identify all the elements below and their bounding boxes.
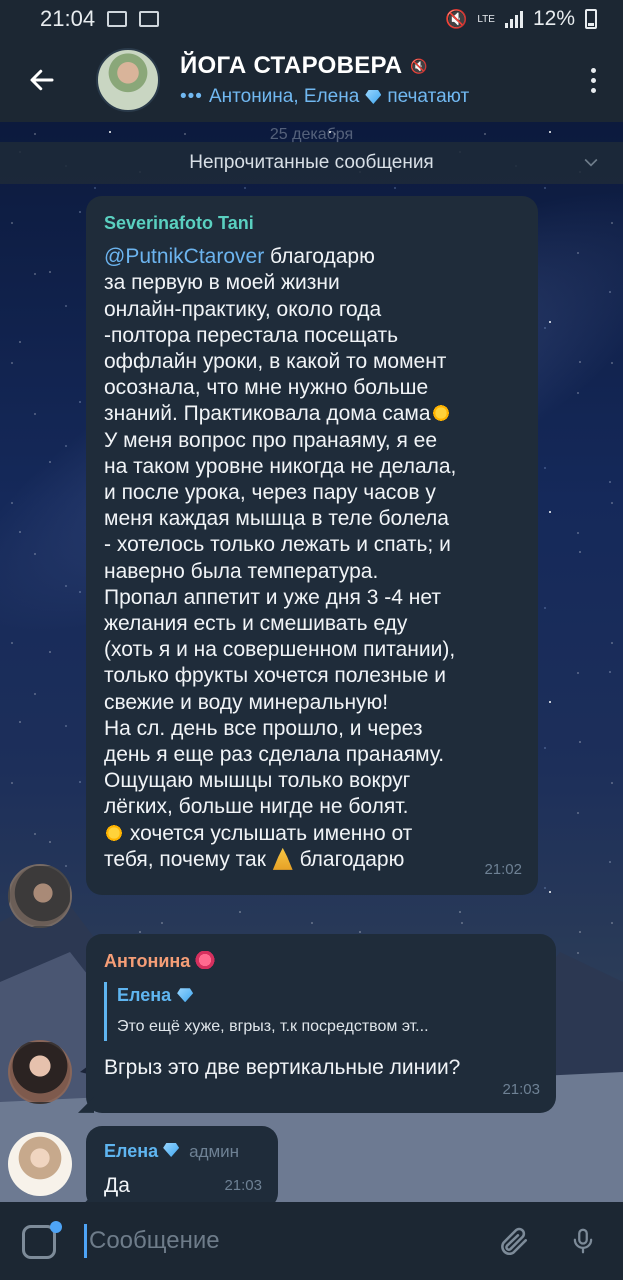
sender-name-text: Елена	[104, 1141, 159, 1161]
chat-title: ЙОГА СТАРОВЕРА	[180, 52, 403, 79]
diamond-emoji-icon	[365, 90, 382, 104]
menu-dot	[590, 87, 596, 93]
muted-icon: 🔇	[410, 57, 429, 74]
unread-label: Непрочитанные сообщения	[189, 152, 434, 173]
mention-link[interactable]: @PutnikCtarover	[104, 245, 264, 268]
attach-button[interactable]	[493, 1221, 533, 1261]
flower-emoji-icon	[195, 951, 216, 969]
diamond-emoji-icon	[177, 988, 194, 1003]
message-text-part: благодарю за первую в моей жизни онлайн-…	[104, 245, 447, 426]
battery-icon	[585, 9, 597, 29]
message-time: 21:03	[224, 1177, 262, 1195]
status-bar: 21:04 🔇 LTE 12%	[0, 0, 623, 38]
new-indicator-dot	[50, 1221, 62, 1233]
admin-badge: админ	[189, 1142, 240, 1161]
typing-action: печатают	[387, 86, 470, 107]
reply-sender: Елена	[117, 985, 172, 1006]
message-text: Вгрыз это две вертикальные линии?	[104, 1055, 461, 1079]
arrow-left-icon	[30, 69, 54, 91]
message-bubble[interactable]: Антонина Елена Это ещё хуже, вгрыз, т.к …	[78, 934, 556, 1113]
message-time: 21:03	[502, 1080, 540, 1098]
sun-emoji-icon	[104, 822, 124, 843]
lte-icon: LTE	[477, 13, 495, 25]
message-text-part: благодарю	[293, 847, 405, 871]
avatar[interactable]	[8, 1040, 72, 1104]
group-avatar[interactable]	[96, 48, 160, 112]
message-bubble[interactable]: Елена админ Да 21:03	[78, 1126, 278, 1202]
paperclip-icon	[501, 1227, 528, 1256]
message-input[interactable]	[87, 1227, 463, 1255]
back-button[interactable]	[0, 38, 84, 122]
mute-status-icon: 🔇	[444, 8, 468, 29]
chat-info[interactable]: ЙОГА СТАРОВЕРА 🔇 ••• Антонина, Елена печ…	[180, 52, 563, 108]
emoji-button[interactable]	[20, 1221, 62, 1261]
microphone-icon	[573, 1228, 593, 1254]
battery-percent: 12%	[532, 7, 575, 30]
reply-preview[interactable]: Елена Это ещё хуже, вгрыз, т.к посредств…	[104, 982, 540, 1041]
reply-text: Это ещё хуже, вгрыз, т.к посредством эт.…	[117, 1018, 429, 1036]
chat-header: ЙОГА СТАРОВЕРА 🔇 ••• Антонина, Елена печ…	[0, 38, 623, 122]
message-time: 21:02	[484, 860, 522, 878]
message-text-part: тебя, почему так	[104, 847, 272, 871]
sender-name[interactable]: Антонина	[104, 948, 540, 974]
avatar[interactable]	[8, 864, 72, 928]
menu-dot	[590, 77, 596, 83]
message-text-part: хочется услышать именно от	[124, 821, 413, 845]
sender-name[interactable]: Severinafoto Tani	[104, 210, 522, 236]
message-input-bar	[0, 1202, 623, 1280]
sender-name-text: Антонина	[104, 951, 191, 971]
message-text: @PutnikCtarover благодарю за первую в мо…	[104, 244, 522, 878]
diamond-emoji-icon	[163, 1143, 180, 1157]
microphone-button[interactable]	[563, 1221, 603, 1261]
typing-names: Антонина, Елена	[208, 86, 360, 107]
chevron-down-icon[interactable]	[581, 152, 601, 172]
gallery-notification-icon	[107, 11, 128, 27]
message-text-part: У меня вопрос про пранаяму, я ее на тако…	[104, 428, 457, 819]
sender-name[interactable]: Елена админ	[104, 1138, 264, 1165]
more-menu-button[interactable]	[563, 38, 623, 122]
status-time: 21:04	[40, 6, 96, 31]
menu-dot	[590, 67, 596, 73]
chat-area[interactable]: 25 декабря Непрочитанные сообщения Sever…	[0, 122, 623, 1202]
typing-status: ••• Антонина, Елена печатают	[180, 86, 563, 108]
sun-emoji-icon	[430, 403, 451, 424]
image-notification-icon	[139, 11, 160, 27]
unread-messages-divider: Непрочитанные сообщения	[0, 142, 623, 184]
typing-dots-icon: •••	[180, 86, 203, 107]
signal-icon	[504, 10, 523, 28]
avatar[interactable]	[8, 1132, 72, 1196]
pray-emoji-icon	[272, 847, 293, 870]
message-bubble[interactable]: Severinafoto Tani @PutnikCtarover благод…	[86, 196, 538, 896]
